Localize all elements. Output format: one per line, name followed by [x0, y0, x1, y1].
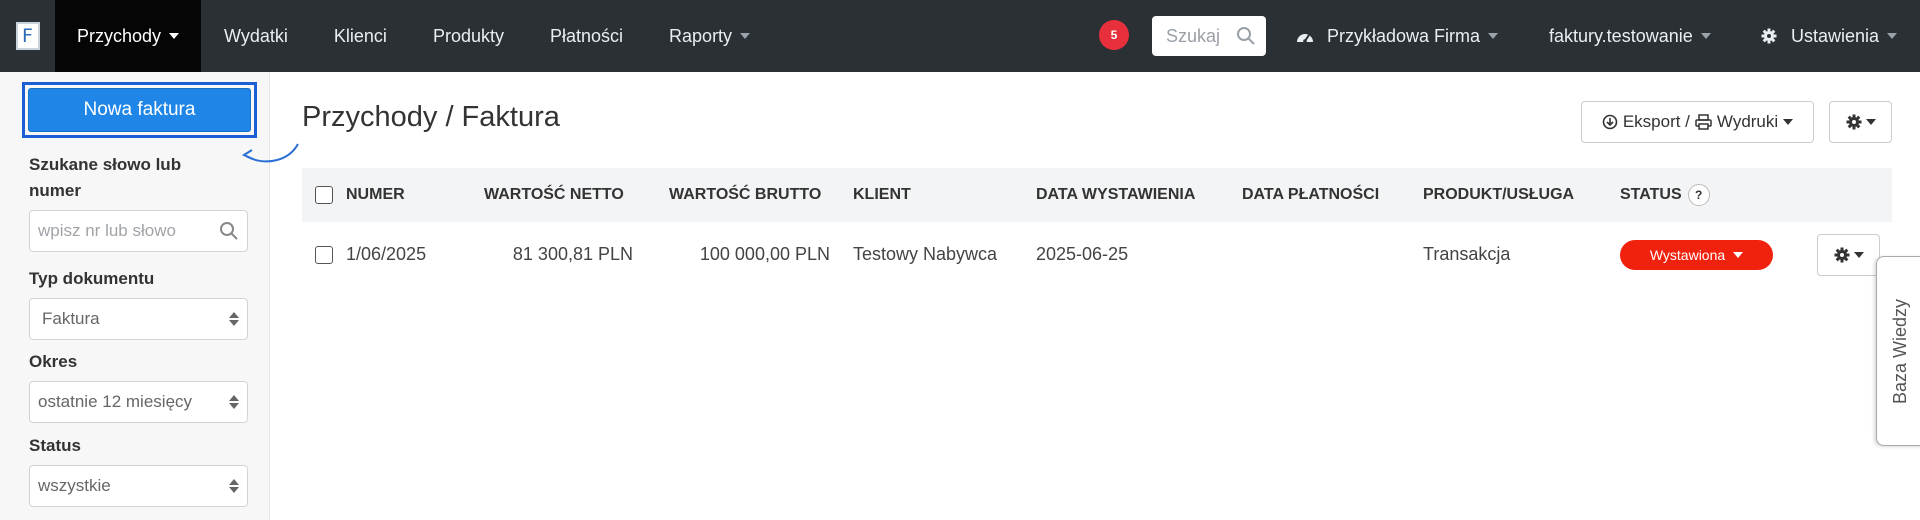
- select-all-checkbox[interactable]: [315, 186, 333, 204]
- column-header-client[interactable]: KLIENT: [853, 168, 911, 222]
- settings-menu[interactable]: Ustawienia: [1761, 0, 1898, 72]
- table-header: NUMER WARTOŚĆ NETTO WARTOŚĆ BRUTTO KLIEN…: [302, 168, 1892, 222]
- doc-type-value: Faktura: [42, 309, 100, 328]
- period-value: ostatnie 12 miesięcy: [38, 392, 193, 411]
- page-settings-button[interactable]: [1829, 101, 1892, 143]
- page-title: Przychody / Faktura: [302, 101, 560, 133]
- app-logo[interactable]: F: [0, 0, 55, 72]
- status-value: wszystkie: [38, 476, 111, 495]
- search-icon: [1237, 27, 1255, 45]
- status-label: Status: [29, 436, 81, 455]
- period-select[interactable]: ostatnie 12 miesięcy: [29, 381, 248, 423]
- chevron-down-icon: [169, 33, 180, 39]
- nav-item-przychody[interactable]: Przychody: [55, 0, 202, 72]
- doc-type-label: Typ dokumentu: [29, 269, 155, 288]
- status-select[interactable]: wszystkie: [29, 465, 248, 507]
- nav-item-raporty[interactable]: Raporty: [646, 0, 773, 72]
- logo-letter: F: [15, 22, 40, 50]
- nav-item-label: Wydatki: [224, 25, 288, 46]
- knowledge-base-label: Baza Wiedzy: [1890, 298, 1911, 404]
- chevron-down-icon: [1733, 252, 1744, 258]
- search-placeholder: Szukaj: [1166, 25, 1221, 46]
- chevron-down-icon: [1887, 33, 1898, 39]
- account-name: faktury.testowanie: [1549, 25, 1693, 46]
- nav-item-label: Raporty: [669, 25, 733, 46]
- nav-item-label: Klienci: [333, 25, 387, 46]
- company-switcher[interactable]: Przykładowa Firma: [1295, 0, 1499, 72]
- chevron-down-icon: [1700, 33, 1711, 39]
- nav-item-klienci[interactable]: Klienci: [311, 0, 410, 72]
- pointer-arrow-icon: [241, 143, 299, 163]
- nav-item-platnosci[interactable]: Płatności: [527, 0, 646, 72]
- top-search-input[interactable]: Szukaj: [1152, 16, 1266, 56]
- status-header-label: STATUS: [1620, 186, 1682, 203]
- select-arrows-icon: [229, 479, 239, 493]
- knowledge-base-tab[interactable]: Baza Wiedzy: [1876, 256, 1920, 446]
- period-label: Okres: [29, 352, 78, 371]
- chevron-down-icon: [1865, 119, 1876, 125]
- nav-item-label: Płatności: [549, 25, 624, 46]
- cell-net: 81 300,81 PLN: [512, 243, 633, 264]
- cell-gross: 100 000,00 PLN: [699, 243, 830, 264]
- nav-item-produkty[interactable]: Produkty: [410, 0, 527, 72]
- chevron-down-icon: [1853, 252, 1864, 258]
- chevron-down-icon: [740, 33, 751, 39]
- cell-client[interactable]: Testowy Nabywca: [853, 222, 997, 286]
- column-header-number[interactable]: NUMER: [346, 168, 405, 222]
- column-header-gross[interactable]: WARTOŚĆ BRUTTO: [669, 168, 821, 222]
- gear-icon: [1761, 28, 1777, 44]
- nav-item-wydatki[interactable]: Wydatki: [201, 0, 311, 72]
- export-print-button[interactable]: Eksport / Wydruki: [1581, 101, 1814, 143]
- search-icon: [220, 222, 238, 240]
- select-arrows-icon: [229, 312, 239, 326]
- print-label: Wydruki: [1716, 112, 1779, 131]
- select-arrows-icon: [229, 395, 239, 409]
- download-circle-icon: [1602, 114, 1618, 130]
- chevron-down-icon: [1488, 33, 1499, 39]
- dashboard-gauge-icon: [1297, 34, 1313, 43]
- filter-sidebar: Nowa faktura Szukane słowo lub numer wpi…: [0, 72, 270, 520]
- cell-number[interactable]: 1/06/2025: [346, 222, 426, 286]
- help-icon[interactable]: ?: [1687, 184, 1710, 206]
- nav-item-label: Przychody: [77, 25, 162, 46]
- new-invoice-highlight: Nowa faktura: [22, 82, 257, 138]
- row-actions-button[interactable]: [1817, 234, 1880, 276]
- export-label: Eksport /: [1622, 112, 1690, 131]
- company-name: Przykładowa Firma: [1327, 25, 1481, 46]
- search-label: Szukane słowo lub numer: [29, 155, 182, 200]
- search-input[interactable]: wpisz nr lub słowo: [29, 210, 248, 252]
- column-header-payment-date[interactable]: DATA PŁATNOŚCI: [1242, 168, 1379, 222]
- column-header-product[interactable]: PRODUKT/USŁUGA: [1423, 168, 1574, 222]
- gear-icon: [1846, 114, 1861, 130]
- status-pill-label: Wystawiona: [1649, 247, 1726, 263]
- column-header-issue-date[interactable]: DATA WYSTAWIENIA: [1036, 168, 1195, 222]
- status-dropdown-button[interactable]: Wystawiona: [1620, 240, 1773, 270]
- search-placeholder: wpisz nr lub słowo: [38, 221, 176, 240]
- cell-issue-date: 2025-06-25: [1036, 243, 1129, 264]
- doc-type-select[interactable]: Faktura: [29, 298, 248, 340]
- cell-product: Transakcja: [1423, 243, 1511, 264]
- chevron-down-icon: [1783, 119, 1794, 125]
- settings-label: Ustawienia: [1791, 25, 1880, 46]
- gear-icon: [1834, 247, 1849, 263]
- print-icon: [1695, 114, 1712, 130]
- row-checkbox[interactable]: [315, 246, 333, 264]
- column-header-net[interactable]: WARTOŚĆ NETTO: [484, 168, 624, 222]
- nav-item-label: Produkty: [432, 25, 504, 46]
- column-header-status[interactable]: STATUS ?: [1620, 168, 1710, 222]
- new-invoice-button[interactable]: Nowa faktura: [28, 88, 251, 132]
- notification-badge[interactable]: 5: [1099, 20, 1129, 50]
- account-menu[interactable]: faktury.testowanie: [1549, 0, 1711, 72]
